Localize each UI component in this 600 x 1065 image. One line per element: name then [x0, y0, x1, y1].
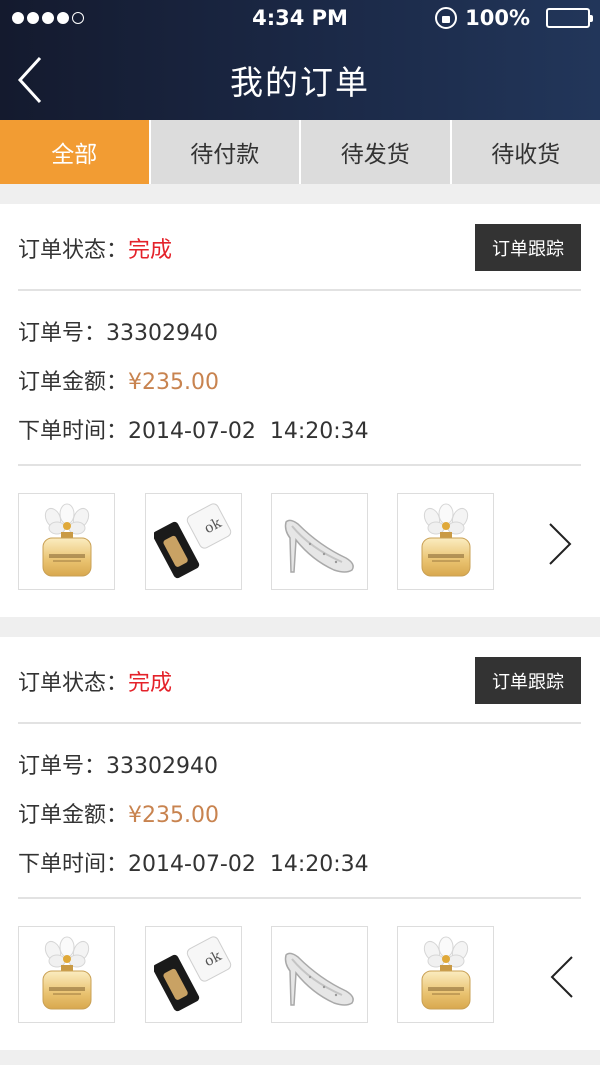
order-status-label: 订单状态：: [18, 671, 129, 696]
order-time-value: 2014-07-02 14:20:34: [128, 852, 369, 877]
order-card: 订单状态：完成 订单跟踪 订单号：33302940 订单金额：¥235.00 下…: [0, 637, 600, 1050]
skincare-bottle-icon: [154, 935, 234, 1015]
product-thumbnail[interactable]: [271, 926, 368, 1023]
status-bar: 4:34 PM 100%: [0, 0, 600, 40]
battery-icon: [546, 8, 593, 28]
product-thumbnail[interactable]: [145, 926, 242, 1023]
order-number-value: 33302940: [106, 321, 218, 346]
product-scroll-prev-button[interactable]: [546, 955, 576, 999]
product-scroll-next-button[interactable]: [546, 522, 576, 566]
rotation-lock-icon: [435, 7, 458, 29]
high-heel-shoe-icon: [280, 935, 360, 1015]
order-status: 订单状态：完成: [18, 232, 172, 264]
product-thumbnail[interactable]: [18, 926, 115, 1023]
order-status-label: 订单状态：: [18, 238, 129, 263]
chevron-left-icon: [550, 956, 573, 998]
order-card: 订单状态：完成 订单跟踪 订单号：33302940 订单金额：¥235.00 下…: [0, 204, 600, 617]
order-amount-label: 订单金额：: [18, 370, 129, 395]
perfume-bottle-icon: [27, 502, 107, 582]
order-amount-value: ¥235.00: [128, 370, 219, 395]
order-amount-label: 订单金额：: [18, 803, 129, 828]
order-status-value: 完成: [128, 671, 173, 696]
order-amount: 订单金额：¥235.00: [18, 364, 219, 396]
order-amount-value: ¥235.00: [128, 803, 219, 828]
order-time: 下单时间：2014-07-02 14:20:34: [18, 846, 369, 878]
divider: [18, 464, 581, 466]
order-status: 订单状态：完成: [18, 665, 172, 697]
product-thumbnail[interactable]: [397, 493, 494, 590]
order-number: 订单号：33302940: [18, 748, 218, 780]
product-thumbnail[interactable]: [145, 493, 242, 590]
order-time: 下单时间：2014-07-02 14:20:34: [18, 413, 369, 445]
divider: [18, 897, 581, 899]
product-thumbnail[interactable]: [18, 493, 115, 590]
skincare-bottle-icon: [154, 502, 234, 582]
perfume-bottle-icon: [406, 935, 486, 1015]
track-order-button[interactable]: 订单跟踪: [475, 224, 581, 271]
page-title: 我的订单: [230, 63, 370, 102]
tab-all[interactable]: 全部: [0, 120, 149, 184]
order-number: 订单号：33302940: [18, 315, 218, 347]
tab-pending-receipt[interactable]: 待收货: [449, 120, 600, 184]
tab-pending-shipment[interactable]: 待发货: [299, 120, 450, 184]
tab-pending-payment[interactable]: 待付款: [148, 120, 299, 184]
order-number-label: 订单号：: [18, 321, 107, 346]
app-header: 4:34 PM 100% 我的订单: [0, 0, 600, 120]
perfume-bottle-icon: [27, 935, 107, 1015]
high-heel-shoe-icon: [280, 502, 360, 582]
order-amount: 订单金额：¥235.00: [18, 797, 219, 829]
divider: [18, 289, 581, 291]
divider: [18, 722, 581, 724]
order-time-label: 下单时间：: [18, 852, 129, 877]
product-thumbnail[interactable]: [397, 926, 494, 1023]
product-thumbnail[interactable]: [271, 493, 368, 590]
chevron-right-icon: [549, 523, 572, 565]
perfume-bottle-icon: [406, 502, 486, 582]
track-order-button[interactable]: 订单跟踪: [475, 657, 581, 704]
order-time-value: 2014-07-02 14:20:34: [128, 419, 369, 444]
order-tabs: 全部 待付款 待发货 待收货: [0, 120, 600, 184]
battery-percent: 100%: [465, 6, 530, 30]
order-status-value: 完成: [128, 238, 173, 263]
order-number-label: 订单号：: [18, 754, 107, 779]
order-number-value: 33302940: [106, 754, 218, 779]
order-time-label: 下单时间：: [18, 419, 129, 444]
